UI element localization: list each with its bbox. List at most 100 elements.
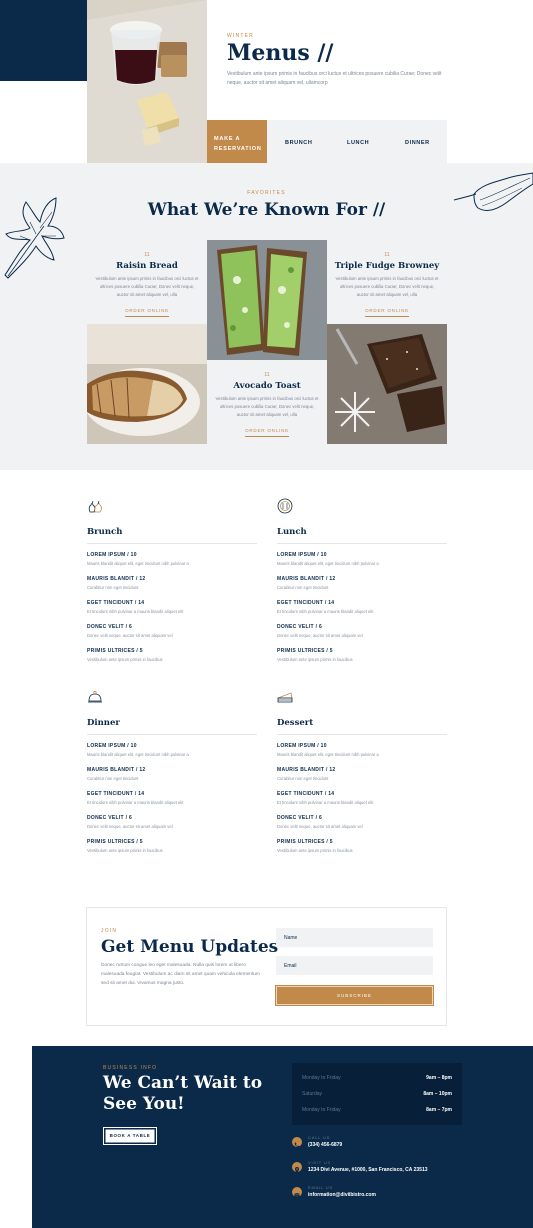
phone-icon xyxy=(292,1137,302,1148)
favorite-card-raisin-bread: 11 Raisin Bread Vestibulum ante ipsum pr… xyxy=(87,252,207,317)
newsletter-eyebrow: JOIN xyxy=(101,928,118,934)
hours-time: 9am – 8pm xyxy=(426,1075,452,1081)
menu-item: MAURIS BLANDIT / 12 Curabitur non eget ti… xyxy=(87,767,257,781)
favorite-name: Triple Fudge Browney xyxy=(334,261,440,271)
fudge-brownie-photo xyxy=(327,324,447,444)
footer-eyebrow: BUSINESS INFO xyxy=(103,1065,158,1071)
menu-item-name: PRIMIS ULTRICES / 5 xyxy=(277,648,333,654)
menu-item: DONEC VELIT / 6 Donec velit neque, auctor… xyxy=(277,815,447,829)
hero-navy-block xyxy=(0,0,88,81)
hours-time: 8am – 10pm xyxy=(423,1091,452,1097)
avocado-toast-photo xyxy=(207,240,327,360)
contact-value[interactable]: information@diviibistro.com xyxy=(308,1192,376,1198)
menu-section-brunch: Brunch LOREM IPSUM / 10 Mauris blandit al… xyxy=(87,498,257,672)
favorite-card-triple-fudge-browney: 11 Triple Fudge Browney Vestibulum ante … xyxy=(327,252,447,317)
menu-item: LOREM IPSUM / 10 Mauris blandit aliquet e… xyxy=(87,743,257,757)
book-a-table-button[interactable]: BOOK A TABLE xyxy=(103,1127,157,1145)
name-input[interactable] xyxy=(276,928,433,947)
tab-dinner[interactable]: DINNER xyxy=(405,140,430,146)
menu-item-description: Et tincidunt nibh pulvinar a mauris blan… xyxy=(87,609,184,614)
menu-item-description: Vestibulum ante ipsum primis in faucibus xyxy=(87,848,163,853)
menu-item-name: LOREM IPSUM / 10 xyxy=(87,552,137,558)
menu-item-description: Donec velit neque, auctor sit amet aliqu… xyxy=(277,824,363,829)
menu-item: EGET TINCIDUNT / 14 Et tincidunt nibh pul… xyxy=(87,600,257,614)
favorites-eyebrow: FAVORITES xyxy=(247,190,286,196)
menu-item-name: MAURIS BLANDIT / 12 xyxy=(277,767,336,773)
menu-item-description: Et tincidunt nibh pulvinar a mauris blan… xyxy=(277,609,374,614)
menu-section-lunch: Lunch LOREM IPSUM / 10 Mauris blandit ali… xyxy=(277,498,447,672)
contact-value[interactable]: (334) 456-6879 xyxy=(308,1142,342,1148)
mail-icon xyxy=(292,1187,302,1197)
menu-item-description: Et tincidunt nibh pulvinar a mauris blan… xyxy=(277,800,374,805)
newsletter-description: Donec rutrum congue leo eget malesuada. … xyxy=(101,963,260,986)
menu-item: EGET TINCIDUNT / 14 Et tincidunt nibh pul… xyxy=(87,791,257,805)
favorite-name: Raisin Bread xyxy=(116,261,178,271)
favorite-description: Vestibulum ante ipsum primis in faucibus… xyxy=(215,396,319,417)
menu-item-description: Curabitur non eget tincidunt xyxy=(87,776,139,781)
menu-item: DONEC VELIT / 6 Donec velit neque, auctor… xyxy=(87,815,257,829)
menu-item-description: Curabitur non eget tincidunt xyxy=(277,776,329,781)
favorite-description: Vestibulum ante ipsum primis in faucibus… xyxy=(335,276,439,297)
menu-item: DONEC VELIT / 6 Donec velit neque, auctor… xyxy=(87,624,257,638)
menu-item-name: DONEC VELIT / 6 xyxy=(87,815,133,821)
hero-description: Vestibulum ante ipsum primis in faucibus… xyxy=(227,71,442,86)
favorite-name: Avocado Toast xyxy=(233,381,301,391)
contact-value[interactable]: 1234 Divi Avenue, #1000, San Francisco, … xyxy=(308,1167,428,1173)
order-online-link[interactable]: ORDER ONLINE xyxy=(245,428,289,437)
menu-item: EGET TINCIDUNT / 14 Et tincidunt nibh pul… xyxy=(277,600,447,614)
menu-item: PRIMIS ULTRICES / 5 Vestibulum ante ipsum… xyxy=(277,839,447,853)
menu-item-name: LOREM IPSUM / 10 xyxy=(87,743,137,749)
menu-item: MAURIS BLANDIT / 12 Curabitur non eget ti… xyxy=(277,576,447,590)
subscribe-button[interactable]: SUBSCRIBE xyxy=(276,986,433,1005)
menu-item-description: Donec velit neque, auctor sit amet aliqu… xyxy=(87,633,173,638)
menu-item-description: Curabitur non eget tincidunt xyxy=(277,585,329,590)
favorite-price: 11 xyxy=(384,252,390,258)
menu-item: LOREM IPSUM / 10 Mauris blandit aliquet e… xyxy=(277,743,447,757)
menu-section-title: Dessert xyxy=(277,718,447,735)
menu-item-description: Mauris blandit aliquet elit, eget tincid… xyxy=(277,561,379,566)
raisin-bread-photo xyxy=(87,324,207,444)
favorite-price: 11 xyxy=(144,252,150,258)
favorite-card-avocado-toast: 11 Avocado Toast Vestibulum ante ipsum p… xyxy=(207,372,327,437)
menu-item-name: MAURIS BLANDIT / 12 xyxy=(277,576,336,582)
hero-eyebrow: WINTER xyxy=(227,33,254,39)
menu-item-name: LOREM IPSUM / 10 xyxy=(277,743,327,749)
reserve-label-line1: MAKE A xyxy=(214,136,241,142)
favorite-price: 11 xyxy=(264,372,270,378)
menu-item: MAURIS BLANDIT / 12 Curabitur non eget ti… xyxy=(87,576,257,590)
menu-section-dessert: Dessert LOREM IPSUM / 10 Mauris blandit a… xyxy=(277,689,447,863)
menu-section-dinner: Dinner LOREM IPSUM / 10 Mauris blandit al… xyxy=(87,689,257,863)
footer-title: We Can’t Wait to See You! xyxy=(103,1073,263,1114)
menu-section-title: Lunch xyxy=(277,527,447,544)
menu-item: LOREM IPSUM / 10 Mauris blandit aliquet e… xyxy=(87,552,257,566)
favorite-description: Vestibulum ante ipsum primis in faucibus… xyxy=(95,276,199,297)
map-pin-icon xyxy=(292,1162,302,1173)
email-input[interactable] xyxy=(276,956,433,975)
menu-item-description: Mauris blandit aliquet elit, eget tincid… xyxy=(277,752,379,757)
menu-item: PRIMIS ULTRICES / 5 Vestibulum ante ipsum… xyxy=(87,839,257,853)
menu-item: DONEC VELIT / 6 Donec velit neque, auctor… xyxy=(277,624,447,638)
reserve-label-line2: RESERVATION xyxy=(214,146,262,152)
menu-item-name: PRIMIS ULTRICES / 5 xyxy=(87,648,143,654)
menu-item-name: DONEC VELIT / 6 xyxy=(277,624,323,630)
order-online-link[interactable]: ORDER ONLINE xyxy=(365,308,409,317)
menu-item: MAURIS BLANDIT / 12 Curabitur non eget ti… xyxy=(277,767,447,781)
menu-item-description: Vestibulum ante ipsum primis in faucibus xyxy=(87,657,163,662)
menu-item-name: DONEC VELIT / 6 xyxy=(277,815,323,821)
menu-item-name: EGET TINCIDUNT / 14 xyxy=(87,791,145,797)
tab-lunch[interactable]: LUNCH xyxy=(347,140,369,146)
menu-item-name: MAURIS BLANDIT / 12 xyxy=(87,767,146,773)
opening-hours: Monday to Friday 9am – 8pm Saturday 8am … xyxy=(292,1063,462,1125)
make-reservation-button[interactable]: MAKE A RESERVATION xyxy=(207,120,267,163)
menu-item-description: Et tincidunt nibh pulvinar a mauris blan… xyxy=(87,800,184,805)
cake-slice-icon xyxy=(277,692,293,703)
tab-brunch[interactable]: BRUNCH xyxy=(285,140,312,146)
menu-section-title: Dinner xyxy=(87,718,257,735)
menu-item-description: Vestibulum ante ipsum primis in faucibus xyxy=(277,848,353,853)
hours-day: Saturday xyxy=(302,1091,323,1097)
menu-item-name: LOREM IPSUM / 10 xyxy=(277,552,327,558)
menu-item: EGET TINCIDUNT / 14 Et tincidunt nibh pul… xyxy=(277,791,447,805)
order-online-link[interactable]: ORDER ONLINE xyxy=(125,308,169,317)
plate-icon xyxy=(277,498,293,514)
menu-item-description: Vestibulum ante ipsum primis in faucibus xyxy=(277,657,353,662)
